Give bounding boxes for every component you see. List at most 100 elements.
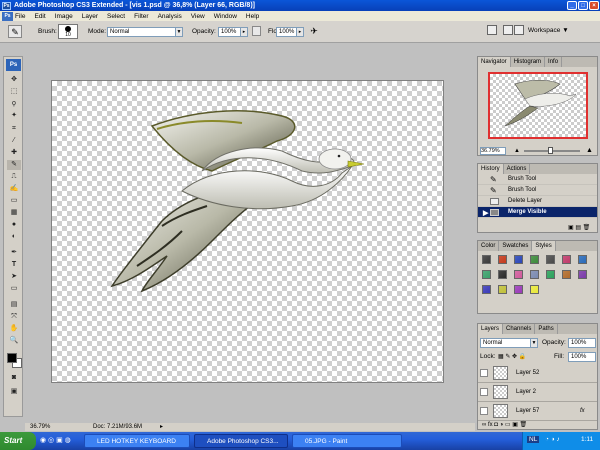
layer-row[interactable]: Layer 52 [478, 364, 597, 383]
hand-tool-icon[interactable]: ✋ [7, 324, 21, 334]
gradient-tool-icon[interactable]: ▦ [7, 208, 21, 218]
navigator-zoom-field[interactable]: 36.79% [480, 147, 506, 155]
brush-preset-icon[interactable]: ✎ [8, 25, 22, 38]
brush-tool-icon[interactable]: ✎ [7, 160, 21, 170]
navigator-preview[interactable] [488, 72, 588, 139]
tab-color[interactable]: Color [478, 241, 500, 251]
style-swatch[interactable] [514, 255, 523, 264]
tool-presets-icon[interactable] [487, 25, 497, 35]
layer-opacity-field[interactable]: 100% [568, 338, 596, 348]
tab-styles[interactable]: Styles [532, 241, 556, 251]
style-swatch[interactable] [482, 285, 491, 294]
menu-image[interactable]: Image [55, 13, 73, 20]
style-swatch[interactable] [530, 285, 539, 294]
style-swatch[interactable] [514, 285, 523, 294]
tab-actions[interactable]: Actions [504, 164, 531, 174]
tab-channels[interactable]: Channels [503, 324, 536, 334]
style-swatch[interactable] [498, 255, 507, 264]
tab-info[interactable]: Info [545, 57, 563, 67]
lock-icons[interactable]: ▦ ✎ ✥ 🔒 [498, 353, 526, 360]
tab-layers[interactable]: Layers [478, 324, 504, 334]
visibility-toggle[interactable] [480, 388, 488, 396]
style-swatch[interactable] [530, 270, 539, 279]
quick-mask-icon[interactable]: ◙ [7, 373, 21, 383]
menu-analysis[interactable]: Analysis [158, 13, 182, 20]
palette-well-icon[interactable] [503, 25, 513, 35]
minimize-button[interactable]: _ [567, 1, 577, 10]
style-swatch[interactable] [562, 255, 571, 264]
quicklaunch-icons[interactable]: ◉ ◎ ▣ ◍ [40, 436, 71, 444]
layer-row[interactable]: Layer 2 [478, 383, 597, 402]
style-swatch[interactable] [498, 270, 507, 279]
mode-select[interactable]: Normal ▼ [107, 27, 183, 37]
history-item[interactable]: Delete Layer [478, 196, 597, 207]
flow-field[interactable]: 100% ▸ [276, 27, 304, 37]
start-button[interactable]: Start [0, 432, 36, 450]
tray-icons[interactable]: ◔ ◑ ♪ [545, 436, 560, 443]
type-tool-icon[interactable]: T [7, 260, 21, 270]
layer-effects-icon[interactable]: fx [580, 402, 585, 421]
history-item-selected[interactable]: ▶ Merge Visible [478, 207, 597, 218]
tab-navigator[interactable]: Navigator [478, 57, 511, 67]
eraser-tool-icon[interactable]: ▭ [7, 196, 21, 206]
menu-file[interactable]: File [15, 13, 25, 20]
crop-tool-icon[interactable]: ⌗ [7, 124, 21, 134]
slice-tool-icon[interactable]: ⁄ [7, 136, 21, 146]
task-paint[interactable]: 05.JPG - Paint [292, 434, 402, 448]
style-swatch[interactable] [530, 255, 539, 264]
path-selection-icon[interactable]: ➤ [7, 272, 21, 282]
style-swatch[interactable] [578, 255, 587, 264]
menu-window[interactable]: Window [214, 13, 237, 20]
menu-view[interactable]: View [191, 13, 205, 20]
notes-tool-icon[interactable]: ▤ [7, 300, 21, 310]
layers-footer-icons[interactable]: ∞ fx ◘ ◑ ▭ ▣ 🗑 [482, 421, 597, 429]
style-swatch[interactable] [482, 270, 491, 279]
marquee-tool-icon[interactable]: ⬚ [7, 87, 21, 97]
pressure-opacity-icon[interactable] [252, 26, 261, 36]
airbrush-icon[interactable]: ✈ [308, 25, 320, 37]
palette-well-icon-2[interactable] [514, 25, 524, 35]
tab-histogram[interactable]: Histogram [511, 57, 546, 67]
opacity-field[interactable]: 100% ▸ [218, 27, 248, 37]
shape-tool-icon[interactable]: ▭ [7, 284, 21, 294]
style-swatch[interactable] [514, 270, 523, 279]
workspace-menu[interactable]: Workspace ▼ [528, 25, 576, 36]
style-swatch[interactable] [562, 270, 571, 279]
zoom-readout[interactable]: 36.79% [30, 423, 50, 431]
healing-brush-icon[interactable]: ✚ [7, 148, 21, 158]
menu-help[interactable]: Help [246, 13, 259, 20]
zoom-tool-icon[interactable]: 🔍 [7, 336, 21, 346]
menu-layer[interactable]: Layer [82, 13, 98, 20]
menu-select[interactable]: Select [107, 13, 125, 20]
zoom-slider-handle[interactable] [548, 147, 553, 154]
history-item[interactable]: ✎ Brush Tool [478, 174, 597, 185]
blend-mode-select[interactable]: Normal ▼ [480, 338, 538, 348]
tab-paths[interactable]: Paths [535, 324, 558, 334]
zoom-out-icon[interactable]: ▲ [514, 148, 520, 154]
dodge-tool-icon[interactable]: ◐ [7, 232, 21, 242]
style-swatch[interactable] [482, 255, 491, 264]
tab-history[interactable]: History [478, 164, 504, 174]
pen-tool-icon[interactable]: ✒ [7, 248, 21, 258]
status-arrow-icon[interactable]: ▸ [160, 423, 163, 431]
doc-size[interactable]: Doc: 7.21M/93.6M [93, 423, 142, 431]
style-swatch[interactable] [546, 270, 555, 279]
menu-filter[interactable]: Filter [134, 13, 148, 20]
maximize-button[interactable]: □ [578, 1, 588, 10]
visibility-toggle[interactable] [480, 407, 488, 415]
history-brush-icon[interactable]: ✍ [7, 184, 21, 194]
zoom-in-icon[interactable]: ▲ [586, 147, 594, 155]
task-led-hotkey[interactable]: LED HOTKEY KEYBOARD [84, 434, 190, 448]
clone-stamp-icon[interactable]: ⎍ [7, 172, 21, 182]
style-swatch[interactable] [546, 255, 555, 264]
lasso-tool-icon[interactable]: ϙ [7, 99, 21, 109]
task-photoshop[interactable]: Adobe Photoshop CS3... [194, 434, 288, 448]
close-button[interactable]: × [589, 1, 599, 10]
history-item[interactable]: ✎ Brush Tool [478, 185, 597, 196]
blur-tool-icon[interactable]: ● [7, 220, 21, 230]
screen-mode-icon[interactable]: ▣ [7, 387, 21, 397]
magic-wand-tool-icon[interactable]: ✦ [7, 111, 21, 121]
brush-picker[interactable]: 10 [58, 24, 78, 39]
menu-edit[interactable]: Edit [34, 13, 45, 20]
language-indicator[interactable]: NL [527, 436, 540, 443]
